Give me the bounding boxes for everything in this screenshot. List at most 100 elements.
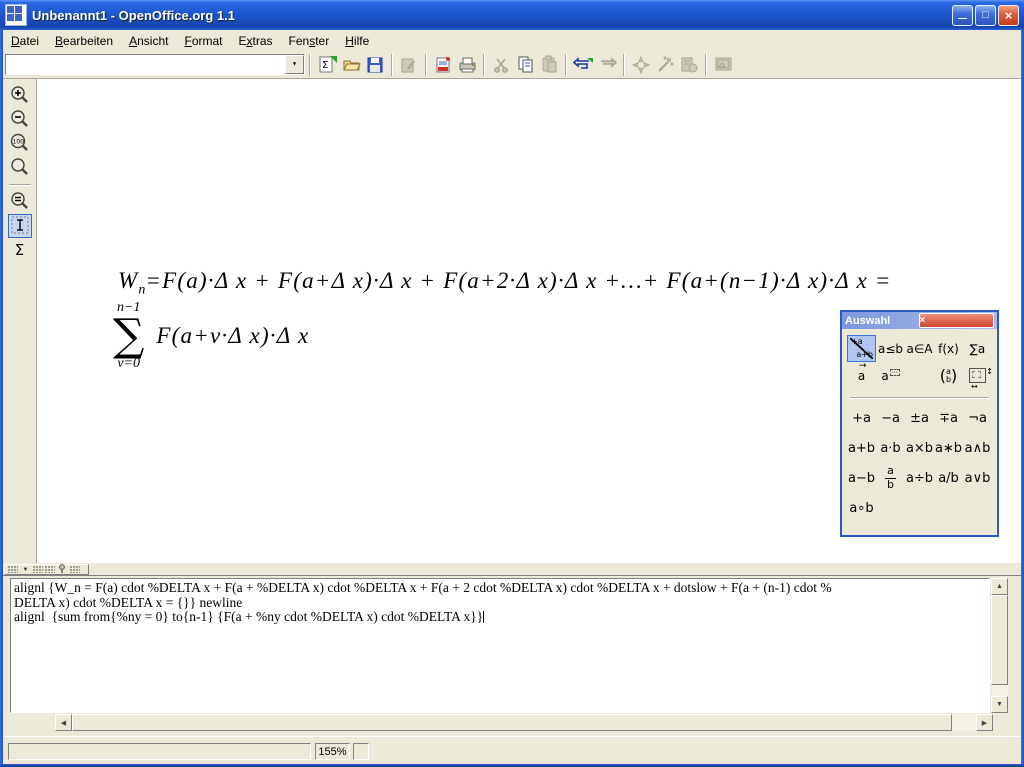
formula-line-2: n−1 ∑ ν=0 F(a+ν·Δ x)·Δ x: [113, 301, 309, 371]
symbol-grid: +a −a ±a ∓a ¬a a+b a⋅b a×b a∗b a∧b a−b a…: [842, 401, 997, 523]
update-view-button[interactable]: [8, 190, 32, 214]
menu-format[interactable]: Format: [176, 32, 230, 50]
pin-button[interactable]: [56, 565, 69, 574]
vertical-scroll-thumb[interactable]: [991, 595, 1008, 685]
category-attributes[interactable]: a→: [847, 362, 876, 389]
formula-cursor-button[interactable]: [8, 214, 32, 238]
sum-symbol: ∑: [113, 315, 144, 357]
toolbar-separator: [623, 54, 625, 76]
symbol-a-plus-b[interactable]: a+b: [847, 433, 876, 463]
menu-bearbeiten[interactable]: Bearbeiten: [47, 32, 121, 50]
title-bar: Unbenannt1 - OpenOffice.org 1.1 — □ ×: [0, 0, 1024, 30]
splitter-grip[interactable]: [33, 566, 43, 573]
undo-icon: [573, 57, 593, 73]
scroll-right-button[interactable]: ▶: [976, 714, 993, 731]
symbol-a-ast-b[interactable]: a∗b: [934, 433, 963, 463]
toolbar-separator: [483, 54, 485, 76]
url-combobox[interactable]: ▼: [5, 54, 305, 75]
navigator-button: [629, 53, 653, 77]
save-icon: [366, 56, 384, 74]
menu-hilfe[interactable]: Hilfe: [337, 32, 377, 50]
symbol-a-circ-b[interactable]: a∘b: [847, 493, 876, 523]
symbol-a-times-b[interactable]: a×b: [905, 433, 934, 463]
menu-fenster[interactable]: Fenster: [281, 32, 338, 50]
symbol-a-over-b[interactable]: ab: [876, 463, 905, 493]
maximize-icon: □: [982, 10, 989, 21]
insert-object-icon: [680, 56, 699, 74]
maximize-button[interactable]: □: [975, 5, 996, 26]
formula-line-1: Wn=F(a)·Δ x + F(a+Δ x)·Δ x + F(a+2·Δ x)·…: [118, 268, 892, 299]
copy-button[interactable]: [513, 53, 537, 77]
commands-vertical-scrollbar[interactable]: ▲ ▼: [991, 578, 1008, 713]
zoom-out-button[interactable]: [8, 108, 32, 132]
minimize-button[interactable]: —: [952, 5, 973, 26]
scroll-up-button[interactable]: ▲: [991, 578, 1008, 595]
category-others[interactable]: a⋯: [876, 362, 905, 389]
category-functions[interactable]: f(x): [934, 335, 963, 362]
pin-icon: [58, 564, 67, 575]
auswahl-close-button[interactable]: ×: [919, 313, 995, 328]
menu-extras[interactable]: Extras: [231, 32, 281, 50]
zoom-in-button[interactable]: [8, 84, 32, 108]
symbol-plus-a[interactable]: +a: [847, 403, 876, 433]
zoom-100-button[interactable]: 100: [8, 132, 32, 156]
commands-editor[interactable]: alignl {W_n = F(a) cdot %DELTA x + F(a +…: [10, 578, 990, 713]
category-brackets[interactable]: (ab): [934, 362, 963, 389]
open-button[interactable]: [339, 53, 363, 77]
hide-commands-button[interactable]: ▼: [19, 565, 32, 574]
symbol-minusplus-a[interactable]: ∓a: [934, 403, 963, 433]
commands-horizontal-scrollbar[interactable]: ◀ ▶: [55, 714, 993, 731]
autopilot-button: [653, 53, 677, 77]
category-formats[interactable]: ↕↔: [963, 362, 992, 389]
save-button[interactable]: [363, 53, 387, 77]
autopilot-icon: [656, 56, 674, 74]
symbol-minus-a[interactable]: −a: [876, 403, 905, 433]
function-toolbar: ▼ Σ: [3, 51, 1021, 79]
horizontal-scroll-thumb[interactable]: [72, 714, 952, 731]
print-button[interactable]: [455, 53, 479, 77]
symbol-neg-a[interactable]: ¬a: [963, 403, 992, 433]
status-extra-field: [353, 743, 369, 760]
symbol-a-div-b[interactable]: a÷b: [905, 463, 934, 493]
symbol-a-or-b[interactable]: a∨b: [963, 463, 992, 493]
insert-object-button: [677, 53, 701, 77]
new-formula-icon: Σ: [318, 55, 337, 74]
menu-ansicht[interactable]: Ansicht: [121, 32, 176, 50]
splitter-grip[interactable]: [45, 566, 55, 573]
toolbar-separator: [9, 184, 31, 186]
export-pdf-button[interactable]: [431, 53, 455, 77]
category-operators[interactable]: ∑a: [963, 335, 992, 362]
app-icon: [5, 4, 27, 26]
symbol-plusminus-a[interactable]: ±a: [905, 403, 934, 433]
symbol-a-and-b[interactable]: a∧b: [963, 433, 992, 463]
formula-cursor-icon: [11, 216, 29, 237]
close-button[interactable]: ×: [998, 5, 1019, 26]
combobox-dropdown-button[interactable]: ▼: [285, 55, 304, 74]
url-input[interactable]: [6, 55, 285, 74]
splitter-grip[interactable]: [8, 566, 18, 573]
chevron-down-icon: ▼: [23, 567, 29, 573]
scroll-down-button[interactable]: ▼: [991, 696, 1008, 713]
auswahl-title: Auswahl: [845, 315, 919, 327]
new-formula-button[interactable]: Σ: [315, 53, 339, 77]
menu-datei[interactable]: Datei: [3, 32, 47, 50]
auswahl-window: Auswahl × +aa+b a≤b a∈A f(x) ∑a a→ a⋯ (a…: [840, 310, 999, 537]
symbol-a-minus-b[interactable]: a−b: [847, 463, 876, 493]
minimize-icon: —: [958, 14, 967, 23]
scroll-left-button[interactable]: ◀: [55, 714, 72, 731]
zoom-all-icon: [10, 157, 30, 180]
category-unary-binary-operators[interactable]: +aa+b: [847, 335, 876, 362]
zoom-100-icon: 100: [10, 133, 30, 156]
splitter-grip[interactable]: [70, 566, 80, 573]
undo-button[interactable]: [571, 53, 595, 77]
auswahl-title-bar[interactable]: Auswahl ×: [842, 312, 997, 329]
category-set-operations[interactable]: a∈A: [905, 335, 934, 362]
splitter-handle[interactable]: ▼: [4, 564, 89, 575]
zoom-all-button[interactable]: [8, 156, 32, 180]
symbol-a-cdot-b[interactable]: a⋅b: [876, 433, 905, 463]
toolbar-separator: [425, 54, 427, 76]
symbol-a-slash-b[interactable]: a/b: [934, 463, 963, 493]
main-toolbar: 100 Σ: [3, 79, 36, 563]
category-relations[interactable]: a≤b: [876, 335, 905, 362]
symbols-catalog-button[interactable]: Σ: [8, 238, 32, 262]
